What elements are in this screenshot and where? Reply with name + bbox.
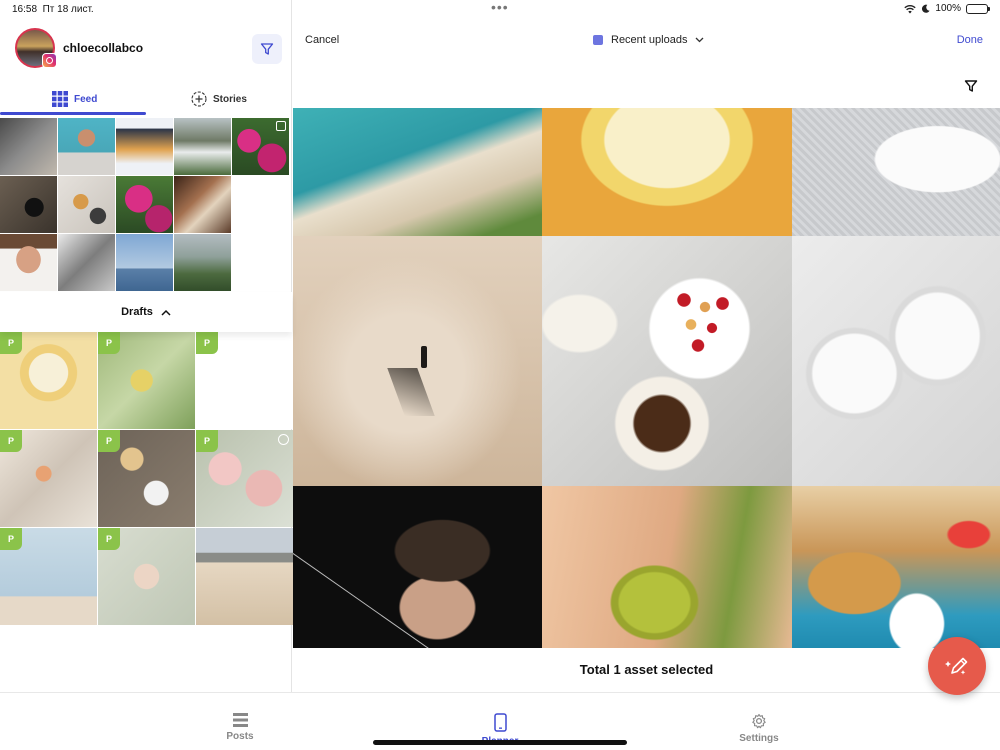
drafts-label: Drafts	[121, 306, 153, 318]
draft-post[interactable]: P	[0, 332, 97, 429]
draft-status-badge: P	[98, 528, 120, 550]
draft-post[interactable]	[196, 528, 293, 625]
planner-phone-icon	[493, 713, 507, 732]
compose-button[interactable]	[928, 637, 986, 695]
album-selector[interactable]: Recent uploads	[593, 34, 704, 46]
feed-post[interactable]	[174, 118, 231, 175]
chevron-up-icon	[161, 309, 171, 316]
filter-icon[interactable]	[964, 79, 978, 93]
draft-post[interactable]: P	[0, 430, 97, 527]
moon-icon	[922, 4, 930, 13]
wifi-icon	[904, 4, 917, 13]
status-time: 16:58 Пт 18 лист.	[12, 4, 94, 15]
draft-post[interactable]: P	[0, 528, 97, 625]
feed-post[interactable]	[58, 234, 115, 291]
magic-pencil-icon	[945, 657, 968, 675]
status-right: 100%	[904, 3, 990, 14]
nav-settings-label: Settings	[739, 733, 779, 744]
selection-summary: Total 1 asset selected	[579, 662, 714, 677]
photo-cherries-coffee[interactable]	[542, 236, 792, 486]
feed-post[interactable]	[232, 118, 289, 175]
home-indicator[interactable]	[373, 740, 627, 745]
tab-feed[interactable]: Feed	[52, 86, 97, 112]
feed-grid	[0, 118, 292, 291]
nav-settings[interactable]: Settings	[719, 713, 799, 744]
draft-post[interactable]: P	[98, 528, 195, 625]
photo-portrait[interactable]	[293, 486, 542, 648]
feed-post[interactable]	[58, 176, 115, 233]
feed-post[interactable]	[0, 118, 57, 175]
draft-status-badge: P	[196, 430, 218, 452]
photo-grid	[293, 108, 1000, 648]
photo-pear[interactable]	[542, 486, 792, 648]
tab-stories[interactable]: Stories	[191, 86, 247, 112]
album-color-icon	[593, 35, 603, 45]
draft-post[interactable]: P	[196, 430, 293, 527]
draft-status-badge: P	[98, 332, 120, 354]
photo-white-bag[interactable]	[792, 108, 1000, 236]
feed-post[interactable]	[0, 234, 57, 291]
feed-empty	[232, 176, 289, 233]
filter-button[interactable]	[252, 34, 282, 64]
photo-food-plate[interactable]	[792, 486, 1000, 648]
draft-status-badge: P	[0, 430, 22, 452]
feed-post[interactable]	[116, 234, 173, 291]
feed-post[interactable]	[116, 176, 173, 233]
reel-icon	[276, 121, 286, 131]
tab-stories-label: Stories	[213, 93, 247, 105]
feed-post[interactable]	[58, 118, 115, 175]
active-tab-indicator	[0, 112, 146, 115]
status-bar: 16:58 Пт 18 лист. ••• 100%	[0, 0, 1000, 20]
instagram-icon	[42, 53, 57, 68]
feed-tabs: Feed Stories	[0, 86, 292, 118]
username: chloecollabco	[63, 41, 144, 55]
album-name: Recent uploads	[611, 34, 688, 46]
nav-posts[interactable]: Posts	[200, 713, 280, 742]
feed-post[interactable]	[174, 176, 231, 233]
draft-status-badge: P	[0, 332, 22, 354]
draft-status-badge: P	[98, 430, 120, 452]
tab-feed-label: Feed	[74, 93, 98, 105]
chevron-down-icon	[695, 37, 704, 43]
cancel-button[interactable]: Cancel	[305, 34, 339, 46]
photo-pineapple[interactable]	[542, 108, 792, 236]
feed-post[interactable]	[0, 176, 57, 233]
photo-desert-person[interactable]	[293, 236, 542, 486]
gear-icon	[752, 713, 766, 729]
multitasking-dots-icon[interactable]: •••	[491, 0, 509, 14]
draft-status-badge: P	[196, 332, 218, 354]
posts-icon	[232, 713, 248, 727]
nav-posts-label: Posts	[226, 731, 254, 742]
done-button[interactable]: Done	[957, 34, 983, 46]
draft-post[interactable]: P	[196, 332, 293, 429]
feed-pane: chloecollabco Feed Stories Drafts P P P …	[0, 0, 293, 692]
draft-status-badge: P	[0, 528, 22, 550]
add-story-icon	[191, 91, 207, 107]
battery-icon	[966, 3, 990, 14]
grid-icon	[52, 91, 68, 107]
avatar[interactable]	[15, 28, 57, 68]
media-picker: Cancel Recent uploads Done Total 1 asset…	[293, 0, 1000, 692]
story-icon	[278, 434, 289, 445]
profile-header[interactable]: chloecollabco	[15, 28, 143, 68]
battery-percent: 100%	[935, 3, 961, 14]
photo-sneakers[interactable]	[792, 236, 1000, 486]
draft-post[interactable]: P	[98, 430, 195, 527]
feed-post[interactable]	[174, 234, 231, 291]
draft-post[interactable]: P	[98, 332, 195, 429]
feed-post[interactable]	[116, 118, 173, 175]
drafts-toggle[interactable]: Drafts	[0, 292, 292, 332]
filter-icon	[260, 43, 274, 55]
photo-beach[interactable]	[293, 108, 542, 236]
drafts-grid: P P P P P P P P	[0, 332, 293, 625]
